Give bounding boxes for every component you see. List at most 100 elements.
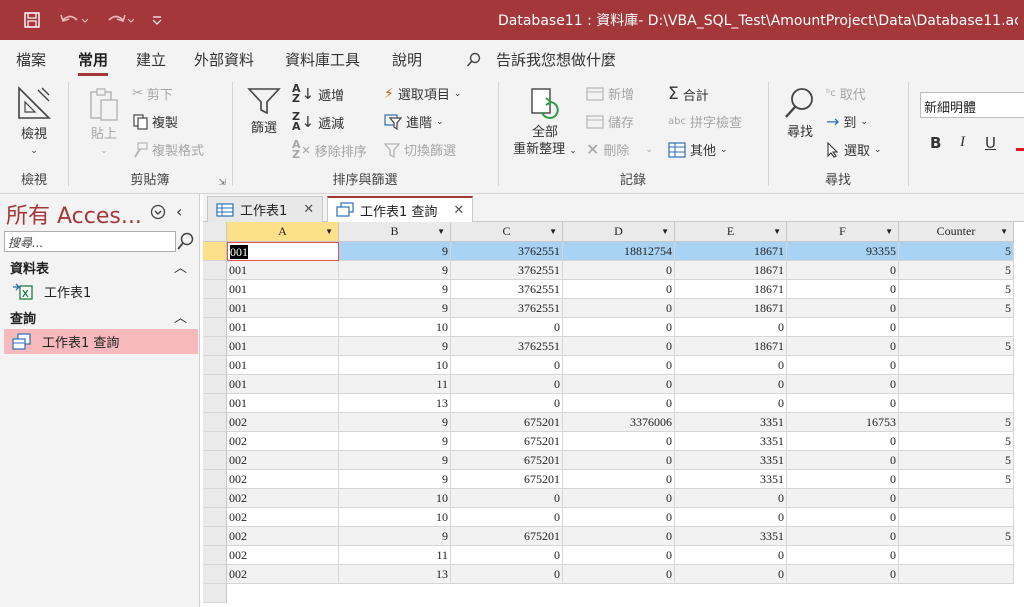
table-cell-b[interactable]: 9 (339, 261, 451, 280)
find-button[interactable]: 尋找 (780, 86, 820, 141)
table-cell-e[interactable]: 0 (675, 318, 787, 337)
close-icon[interactable]: ✕ (303, 202, 314, 217)
table-cell-b[interactable]: 9 (339, 280, 451, 299)
table-cell-e[interactable]: 18671 (675, 280, 787, 299)
record-selector[interactable] (203, 470, 227, 489)
table-cell-c[interactable]: 0 (451, 565, 563, 584)
record-selector[interactable] (203, 413, 227, 432)
table-cell-a[interactable]: 002 (227, 565, 339, 584)
record-selector[interactable] (203, 451, 227, 470)
table-cell-d[interactable]: 0 (563, 527, 675, 546)
record-selector[interactable] (203, 299, 227, 318)
column-header-f[interactable]: F ▼ (787, 222, 899, 242)
table-row[interactable]: 001 9 3762551 0 18671 0 5 (203, 280, 1014, 299)
sort-ascending-button[interactable]: A Z ↓ 遞增 (292, 83, 344, 104)
table-cell-d[interactable]: 0 (563, 508, 675, 527)
record-selector[interactable] (203, 280, 227, 299)
table-cell-e[interactable]: 3351 (675, 451, 787, 470)
tab-database-tools[interactable]: 資料庫工具 (285, 49, 360, 70)
record-selector[interactable] (203, 584, 227, 603)
table-cell-d[interactable]: 0 (563, 489, 675, 508)
column-header-c[interactable]: C ▼ (451, 222, 563, 242)
table-cell-a[interactable]: 002 (227, 470, 339, 489)
table-cell-b[interactable]: 9 (339, 432, 451, 451)
table-cell-d[interactable]: 0 (563, 470, 675, 489)
table-cell-f[interactable]: 0 (787, 470, 899, 489)
table-cell-e[interactable]: 3351 (675, 432, 787, 451)
table-cell-counter[interactable]: 5 (899, 299, 1014, 318)
table-row[interactable]: 001 9 3762551 0 18671 0 5 (203, 261, 1014, 280)
table-cell-b[interactable]: 9 (339, 413, 451, 432)
table-cell-c[interactable]: 0 (451, 356, 563, 375)
undo-icon[interactable] (54, 9, 92, 31)
copy-button[interactable]: 複製 (132, 112, 178, 131)
table-row[interactable]: 001 9 3762551 18812754 18671 93355 5 (203, 242, 1014, 261)
table-cell-d[interactable]: 3376006 (563, 413, 675, 432)
customize-toolbar-icon[interactable] (148, 9, 166, 31)
table-cell-b[interactable]: 10 (339, 356, 451, 375)
table-row[interactable]: 001 10 0 0 0 0 (203, 318, 1014, 337)
table-cell-d[interactable]: 0 (563, 280, 675, 299)
table-cell-e[interactable]: 3351 (675, 527, 787, 546)
table-cell-c[interactable]: 0 (451, 508, 563, 527)
table-cell-a[interactable]: 002 (227, 527, 339, 546)
table-cell-d[interactable]: 0 (563, 432, 675, 451)
totals-button[interactable]: Σ 合計 (668, 84, 709, 104)
close-icon[interactable]: ✕ (453, 203, 464, 218)
table-cell-b[interactable]: 9 (339, 470, 451, 489)
table-cell-c[interactable]: 675201 (451, 470, 563, 489)
record-selector[interactable] (203, 394, 227, 413)
table-cell-f[interactable]: 0 (787, 546, 899, 565)
column-dropdown-icon[interactable]: ▼ (1000, 222, 1008, 241)
column-dropdown-icon[interactable]: ▼ (437, 222, 445, 241)
table-cell-counter[interactable]: 5 (899, 432, 1014, 451)
table-cell-e[interactable]: 0 (675, 356, 787, 375)
table-cell-counter[interactable] (899, 318, 1014, 337)
table-row[interactable]: 002 9 675201 0 3351 0 5 (203, 451, 1014, 470)
table-cell-a[interactable]: 001 (227, 394, 339, 413)
table-cell-e[interactable]: 0 (675, 489, 787, 508)
record-selector[interactable] (203, 527, 227, 546)
table-cell-b[interactable]: 10 (339, 318, 451, 337)
table-cell-f[interactable]: 0 (787, 356, 899, 375)
tab-file[interactable]: 檔案 (16, 49, 46, 70)
bold-button[interactable]: B (930, 134, 941, 152)
record-selector[interactable] (203, 337, 227, 356)
table-cell-counter[interactable] (899, 489, 1014, 508)
table-cell-d[interactable]: 0 (563, 394, 675, 413)
new-record-button[interactable]: 新增 (586, 84, 634, 103)
table-cell-e[interactable]: 18671 (675, 299, 787, 318)
table-row[interactable]: 002 13 0 0 0 0 (203, 565, 1014, 584)
tell-me-box[interactable]: 告訴我您想做什麼 (466, 49, 616, 70)
table-row[interactable]: 002 9 675201 0 3351 0 5 (203, 470, 1014, 489)
table-cell-a[interactable]: 002 (227, 432, 339, 451)
table-cell-c[interactable]: 0 (451, 394, 563, 413)
table-cell-b[interactable]: 9 (339, 527, 451, 546)
record-selector[interactable] (203, 546, 227, 565)
table-cell-a[interactable]: 002 (227, 546, 339, 565)
table-cell-f[interactable]: 0 (787, 432, 899, 451)
font-color-icon[interactable] (1016, 148, 1024, 151)
table-cell-f[interactable]: 0 (787, 508, 899, 527)
table-cell-c[interactable]: 0 (451, 375, 563, 394)
doc-tab-table1-query[interactable]: 工作表1 查詢 ✕ (327, 196, 474, 222)
column-dropdown-icon[interactable]: ▼ (773, 222, 781, 241)
tab-help[interactable]: 說明 (392, 49, 422, 70)
nav-search-input[interactable]: 搜尋... (4, 231, 176, 252)
search-icon[interactable] (176, 231, 198, 252)
column-header-counter[interactable]: Counter ▼ (899, 222, 1014, 242)
table-cell-counter[interactable] (899, 565, 1014, 584)
toggle-filter-button[interactable]: 切換篩選 (384, 140, 456, 159)
column-header-d[interactable]: D ▼ (563, 222, 675, 242)
table-cell-b[interactable]: 10 (339, 489, 451, 508)
table-row[interactable]: 002 11 0 0 0 0 (203, 546, 1014, 565)
table-cell-e[interactable]: 0 (675, 546, 787, 565)
table-cell-a[interactable]: 002 (227, 413, 339, 432)
table-row[interactable]: 002 9 675201 0 3351 0 5 (203, 527, 1014, 546)
paste-button[interactable]: 貼上 ⌄ (84, 86, 124, 160)
goto-button[interactable]: → 到 ⌄ (826, 112, 868, 131)
table-cell-counter[interactable]: 5 (899, 413, 1014, 432)
nav-pane-title[interactable]: 所有 Acces... (6, 198, 142, 230)
advanced-filter-button[interactable]: 進階 ⌄ (384, 112, 444, 131)
table-cell-e[interactable]: 18671 (675, 261, 787, 280)
